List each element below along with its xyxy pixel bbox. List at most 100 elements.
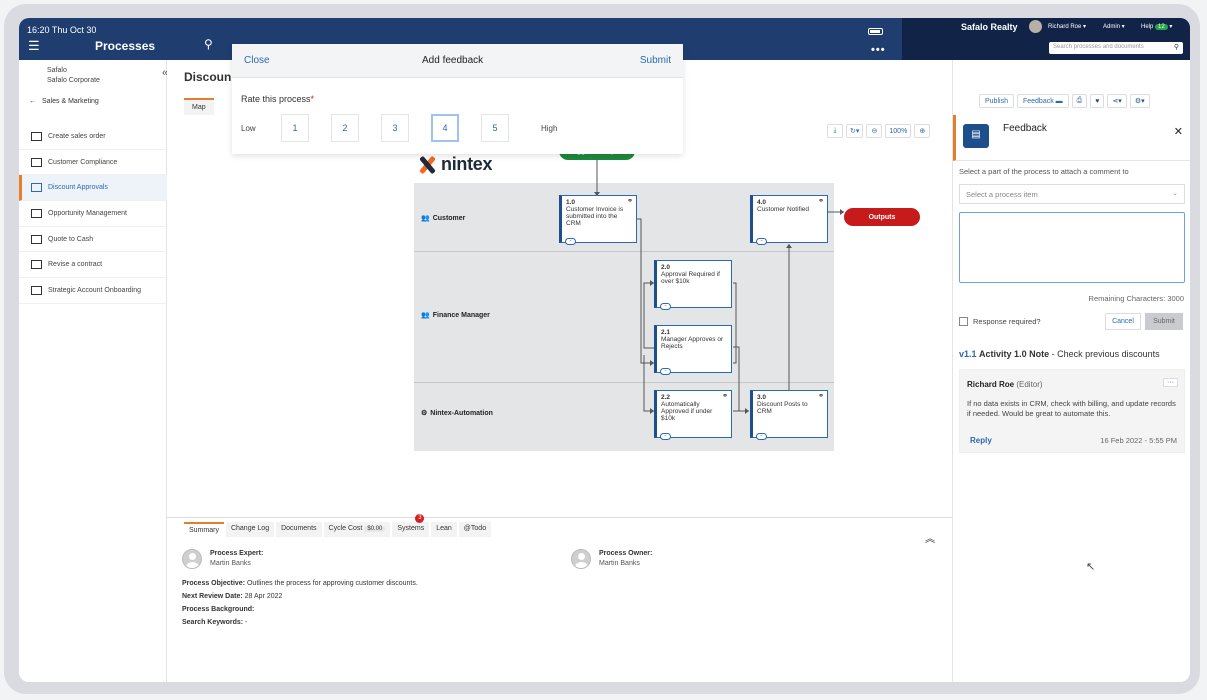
search-icon[interactable]: ⚲ — [204, 37, 213, 51]
expand-toggle[interactable]: - — [756, 433, 767, 440]
activity-number: 2.0 — [661, 264, 671, 271]
share-icon[interactable]: ⋖▾ — [1107, 94, 1127, 108]
user-avatar[interactable] — [1029, 20, 1042, 33]
help-label: Help — [1141, 24, 1154, 30]
process-owner: Process Owner: Martin Banks — [571, 549, 652, 569]
admin-menu[interactable]: Admin ▾ — [1103, 23, 1125, 30]
hamburger-menu-icon[interactable]: ☰ — [28, 38, 40, 54]
global-search-icon[interactable]: ⚲ — [1174, 43, 1179, 51]
tab-change-log[interactable]: Change Log — [225, 522, 275, 537]
sidebar-item-revise-a-contract[interactable]: Revise a contract — [19, 252, 167, 279]
tab-systems[interactable]: Systems 3 — [392, 514, 430, 537]
summary-panel: Summary Change Log Documents Cycle Cost $… — [167, 514, 952, 682]
avatar — [182, 549, 202, 569]
link-icon[interactable]: ⚭ — [818, 393, 824, 400]
close-button[interactable]: Close — [244, 55, 270, 66]
sidebar-item-quote-to-cash[interactable]: Quote to Cash — [19, 227, 167, 253]
settings-gear-icon[interactable]: ⚙▾ — [1129, 94, 1150, 108]
note-title: Activity 1.0 Note — [979, 349, 1050, 359]
activity-number: 1.0 — [566, 199, 576, 206]
comment-author-line: Richard Roe (Editor) — [967, 380, 1043, 389]
expand-toggle[interactable]: - — [660, 303, 671, 310]
back-to-sales-marketing[interactable]: ← Sales & Marketing — [29, 98, 99, 105]
rate-label-text: Rate this process — [241, 94, 311, 104]
process-doc-icon — [31, 285, 42, 295]
tab-label: Systems — [397, 525, 425, 532]
sidebar-item-customer-compliance[interactable]: Customer Compliance — [19, 150, 167, 176]
global-search-input[interactable]: Search processes and documents ⚲ — [1049, 42, 1183, 54]
process-doc-icon — [31, 208, 42, 218]
rating-option-3[interactable]: 3 — [381, 114, 409, 142]
cancel-button[interactable]: Cancel — [1105, 313, 1141, 330]
checkbox-box[interactable] — [959, 317, 968, 326]
activity-1-0[interactable]: 1.0 Customer Invoice is submitted into t… — [559, 195, 637, 245]
tab-cycle-cost[interactable]: Cycle Cost $0.00 — [323, 522, 391, 537]
publish-button[interactable]: Publish — [979, 94, 1014, 108]
process-doc-icon — [31, 131, 42, 141]
expand-toggle[interactable]: - — [756, 238, 767, 245]
process-doc-icon — [31, 157, 42, 167]
outputs-node[interactable]: Outputs — [844, 208, 920, 226]
comment-more-icon[interactable]: ··· — [1163, 378, 1178, 387]
expand-toggle[interactable]: - — [660, 368, 671, 375]
sidebar-item-strategic-account-onboarding[interactable]: Strategic Account Onboarding — [19, 278, 167, 304]
submit-feedback-button[interactable]: Submit — [1145, 313, 1183, 330]
battery-icon — [868, 28, 883, 35]
activity-3-0[interactable]: 3.0 Discount Posts to CRM ⚭ - — [750, 390, 828, 440]
submit-button[interactable]: Submit — [640, 55, 671, 66]
rating-option-2[interactable]: 2 — [331, 114, 359, 142]
sidebar-item-create-sales-order[interactable]: Create sales order — [19, 124, 167, 150]
link-icon[interactable]: ⚭ — [627, 198, 633, 205]
activity-4-0[interactable]: 4.0 Customer Notified ⚭ - — [750, 195, 828, 245]
activity-number: 2.1 — [661, 329, 671, 336]
sidebar-item-opportunity-management[interactable]: Opportunity Management — [19, 201, 167, 227]
link-icon[interactable]: ⚭ — [722, 393, 728, 400]
process-item-select[interactable]: Select a process item ⌄ — [959, 184, 1185, 204]
activity-number: 3.0 — [757, 394, 767, 401]
tab-summary[interactable]: Summary — [184, 522, 224, 537]
link-icon[interactable]: ⚭ — [818, 198, 824, 205]
process-doc-icon — [31, 260, 42, 270]
sidebar-item-discount-approvals[interactable]: Discount Approvals — [19, 175, 167, 202]
rating-option-4[interactable]: 4 — [431, 114, 459, 142]
rate-label: Rate this process* — [241, 94, 314, 104]
tab-lean[interactable]: Lean — [431, 522, 457, 537]
collapse-panel-icon[interactable]: ︽ — [925, 530, 935, 545]
background-label: Process Background: — [182, 606, 255, 613]
expand-toggle[interactable]: - — [565, 238, 576, 245]
rating-option-1[interactable]: 1 — [281, 114, 309, 142]
help-menu[interactable]: Help 12 ▾ — [1141, 23, 1172, 30]
print-icon[interactable]: ⎙ — [1071, 94, 1088, 108]
activity-number: 4.0 — [757, 199, 767, 206]
activity-2-1[interactable]: 2.1 Manager Approves or Rejects - — [654, 325, 732, 375]
mouse-cursor-icon: ↖ — [1086, 561, 1096, 573]
process-doc-icon — [31, 183, 42, 193]
right-panel: Publish Feedback ▬ ⎙ ♥ ⋖▾ ⚙▾ ▤ Feedback … — [952, 60, 1190, 682]
tab-documents[interactable]: Documents — [276, 522, 322, 537]
activity-2-2[interactable]: 2.2 Automatically Approved if under $10k… — [654, 390, 732, 440]
help-count-badge: 12 — [1155, 24, 1168, 30]
expand-toggle[interactable]: - — [660, 433, 671, 440]
rating-option-5[interactable]: 5 — [481, 114, 509, 142]
activity-2-0[interactable]: 2.0 Approval Required if over $10k - — [654, 260, 732, 310]
feedback-button[interactable]: Feedback ▬ — [1016, 94, 1069, 108]
add-feedback-modal: Close Add feedback Submit Rate this proc… — [232, 44, 683, 154]
sidebar-item-label: Customer Compliance — [48, 158, 118, 166]
sidebar-item-label: Revise a contract — [48, 261, 103, 269]
user-menu[interactable]: Richard Roe ▾ — [1048, 23, 1086, 30]
tab-label: Cycle Cost — [328, 525, 363, 532]
left-sidebar: Safalo Safalo Corporate « ← Sales & Marke… — [19, 60, 168, 682]
close-icon[interactable]: ✕ — [1174, 125, 1183, 138]
process-doc-icon — [31, 234, 42, 244]
favorite-heart-icon[interactable]: ♥ — [1090, 94, 1105, 108]
activity-text: Customer Invoice is submitted into the C… — [566, 206, 624, 227]
comment-author: Richard Roe — [967, 380, 1015, 389]
tab-todo[interactable]: @Todo — [458, 522, 492, 537]
reply-link[interactable]: Reply — [970, 436, 992, 445]
more-options-icon[interactable]: ••• — [871, 44, 886, 56]
process-expert: Process Expert: Martin Banks — [182, 549, 263, 569]
activity-note-heading: v1.1 Activity 1.0 Note - Check previous … — [959, 349, 1160, 359]
feedback-textarea[interactable] — [959, 212, 1185, 283]
response-required-checkbox[interactable]: Response required? — [959, 317, 1041, 326]
process-list: Create sales order Customer Compliance D… — [19, 124, 167, 304]
